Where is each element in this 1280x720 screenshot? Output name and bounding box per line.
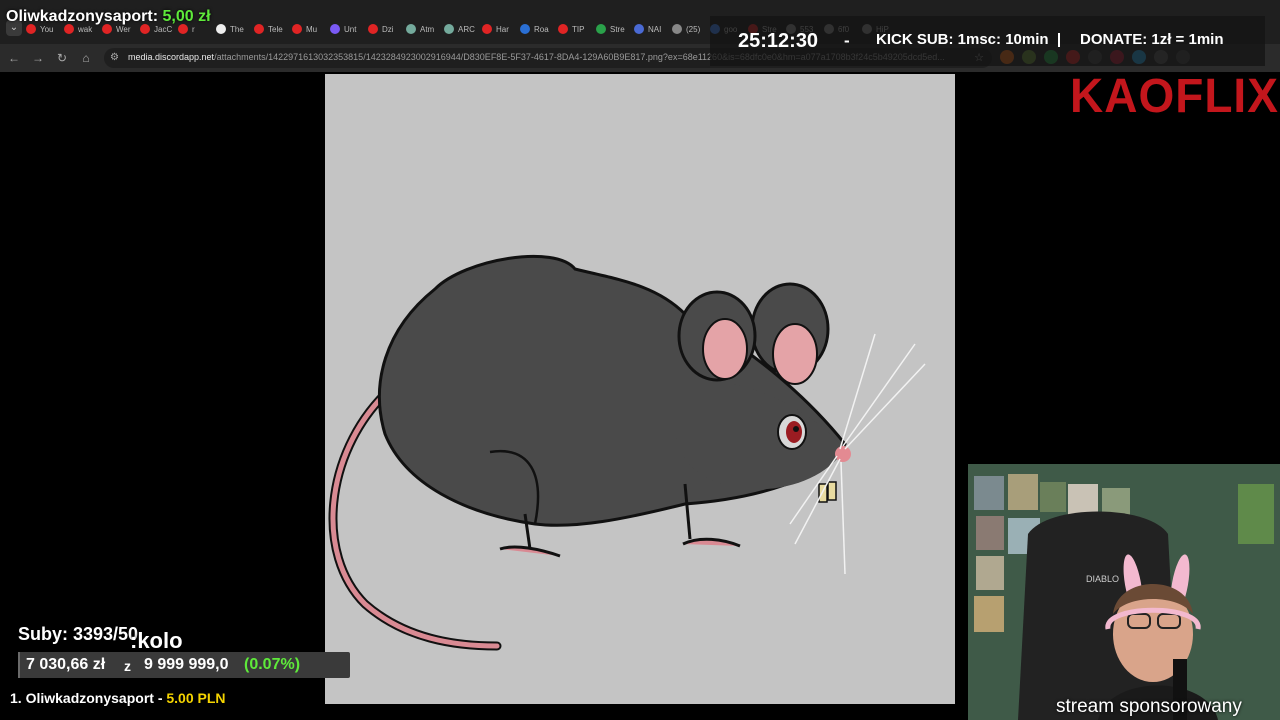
browser-tab[interactable]: TIP: [558, 20, 592, 38]
browser-tab[interactable]: Dzi: [368, 20, 402, 38]
timer-dash: -: [844, 31, 850, 50]
top-donor-amount: 5.00 PLN: [166, 690, 226, 706]
donor-name: Oliwkadzonysaport:: [6, 8, 159, 25]
tab-label: Har: [496, 24, 509, 34]
tab-favicon-icon: [444, 24, 454, 34]
forward-arrow-icon[interactable]: →: [30, 50, 46, 66]
image-viewer: [325, 74, 955, 704]
donation-goal-fill: [18, 652, 20, 678]
tab-label: Unt: [344, 24, 357, 34]
tab-label: TIP: [572, 24, 585, 34]
kick-sub-rate: KICK SUB: 1msc: 10min: [876, 31, 1049, 48]
browser-tab[interactable]: Har: [482, 20, 516, 38]
reload-icon[interactable]: ↻: [54, 50, 70, 66]
browser-tab[interactable]: (25): [672, 20, 706, 38]
chair-text: DIABLO: [1086, 574, 1119, 584]
browser-tab[interactable]: ARC: [444, 20, 478, 38]
goal-target: 9 999 999,0: [144, 656, 229, 673]
tab-favicon-icon: [672, 24, 682, 34]
subathon-timer: 25:12:30: [738, 30, 819, 52]
sub-counter: Suby: 3393/50: [18, 624, 139, 644]
goal-percent: (0.07%): [244, 656, 301, 673]
top-donor-rank: 1. Oliwkadzonysaport -: [10, 690, 163, 706]
donor-amount: 5,00 zł: [162, 8, 211, 25]
tab-favicon-icon: [634, 24, 644, 34]
tab-favicon-icon: [558, 24, 568, 34]
webcam-scene: DIABLO: [968, 464, 1280, 720]
tab-favicon-icon: [292, 24, 302, 34]
back-arrow-icon[interactable]: ←: [6, 50, 22, 66]
kolo-emote: :kolo: [130, 628, 183, 653]
site-info-icon[interactable]: ⚙: [110, 52, 119, 63]
top-donor: 1. Oliwkadzonysaport - 5.00 PLN: [10, 690, 226, 706]
tab-label: Stre: [610, 24, 625, 34]
url-domain: media.discordapp.net: [128, 52, 215, 62]
browser-tab[interactable]: Mu: [292, 20, 326, 38]
webcam-caption: stream sponsorowany: [1056, 696, 1242, 717]
goal-separator: z: [124, 658, 131, 674]
latest-donor: Oliwkadzonysaport: 5,00 zł: [6, 8, 211, 26]
tab-favicon-icon: [520, 24, 530, 34]
browser-tab[interactable]: The: [216, 20, 250, 38]
tab-favicon-icon: [482, 24, 492, 34]
tab-label: Mu: [306, 24, 318, 34]
goal-current: 7 030,66 zł: [26, 656, 106, 673]
browser-tab[interactable]: Atm: [406, 20, 440, 38]
tab-label: NAI: [648, 24, 662, 34]
tab-favicon-icon: [254, 24, 264, 34]
webcam-feed: DIABLO: [968, 464, 1280, 720]
tab-label: ARC: [458, 24, 475, 34]
rat-drawing: [328, 254, 926, 651]
tab-label: The: [230, 24, 244, 34]
browser-tab[interactable]: Roa: [520, 20, 554, 38]
tab-favicon-icon: [406, 24, 416, 34]
brand-logo: KAOFLIX: [1070, 67, 1279, 123]
tab-favicon-icon: [368, 24, 378, 34]
tab-label: Tele: [268, 24, 283, 34]
home-icon[interactable]: ⌂: [78, 50, 94, 66]
browser-tab[interactable]: Tele: [254, 20, 288, 38]
tab-label: Dzi: [382, 24, 394, 34]
tab-favicon-icon: [330, 24, 340, 34]
tab-favicon-icon: [216, 24, 226, 34]
tab-label: Roa: [534, 24, 549, 34]
browser-tab[interactable]: Unt: [330, 20, 364, 38]
tab-label: (25): [686, 24, 701, 34]
donate-rate: DONATE: 1zł = 1min: [1080, 31, 1224, 48]
tab-favicon-icon: [596, 24, 606, 34]
tab-label: Atm: [420, 24, 435, 34]
browser-tab[interactable]: NAI: [634, 20, 668, 38]
divider: [1058, 33, 1060, 47]
browser-tab[interactable]: Stre: [596, 20, 630, 38]
